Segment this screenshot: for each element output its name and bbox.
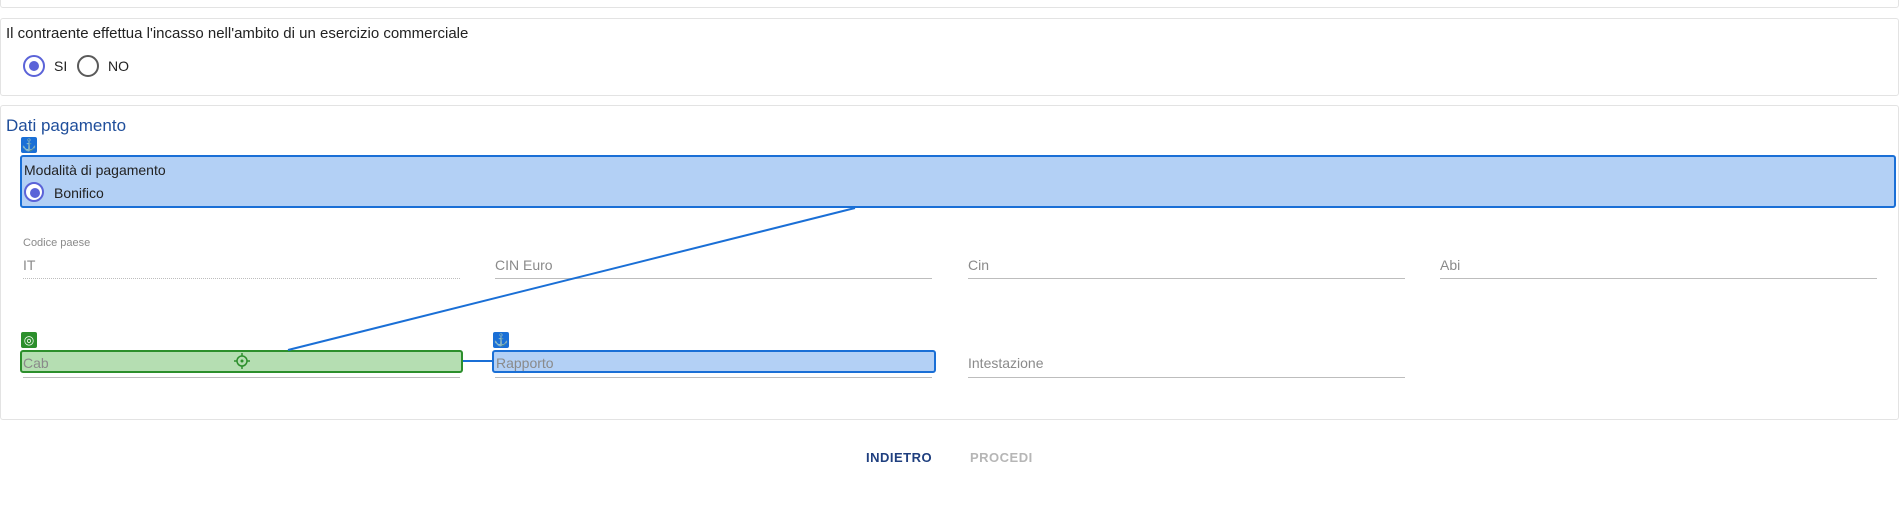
rapporto-underline — [495, 377, 932, 378]
rapporto-highlight — [492, 350, 936, 373]
intestazione-input[interactable]: Intestazione — [968, 355, 1044, 371]
cab-underline — [23, 377, 460, 378]
radio-no-label: NO — [108, 58, 129, 74]
anchor-icon: ⚓ — [21, 137, 37, 153]
cab-input[interactable]: Cab — [23, 355, 49, 371]
cin-underline — [968, 278, 1405, 279]
radio-si[interactable] — [23, 55, 45, 77]
target-icon: ◎ — [21, 332, 37, 348]
cin-euro-input[interactable]: CIN Euro — [495, 257, 553, 273]
intestazione-underline — [968, 377, 1405, 378]
cab-highlight — [20, 350, 463, 373]
back-button[interactable]: INDIETRO — [866, 450, 932, 465]
radio-bonifico-label: Bonifico — [54, 185, 104, 201]
cin-input[interactable]: Cin — [968, 257, 989, 273]
abi-underline — [1440, 278, 1877, 279]
codice-paese-label: Codice paese — [23, 237, 91, 249]
payment-method-group — [20, 155, 1896, 208]
proceed-button[interactable]: PROCEDI — [970, 450, 1033, 465]
commercial-question-text: Il contraente effettua l'incasso nell'am… — [6, 25, 469, 42]
payment-section-title: Dati pagamento — [6, 116, 127, 135]
rapporto-input[interactable]: Rapporto — [496, 355, 554, 371]
radio-bonifico[interactable] — [24, 182, 44, 202]
codice-paese-underline — [23, 278, 460, 279]
previous-section-card — [0, 0, 1899, 8]
codice-paese-value: IT — [23, 257, 36, 273]
payment-method-label: Modalità di pagamento — [24, 162, 166, 178]
anchor-icon: ⚓ — [493, 332, 509, 348]
radio-no[interactable] — [77, 55, 99, 77]
radio-si-label: SI — [54, 58, 68, 74]
abi-input[interactable]: Abi — [1440, 257, 1460, 273]
cin-euro-underline — [495, 278, 932, 279]
